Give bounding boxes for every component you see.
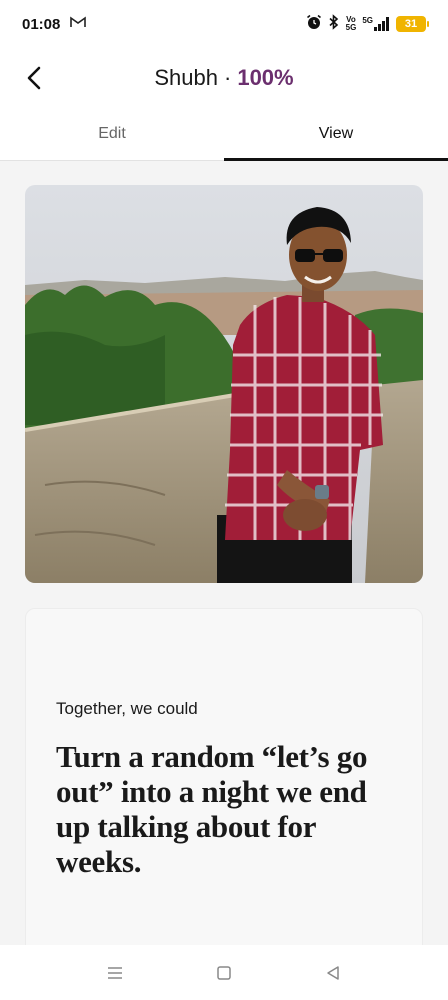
prompt-card[interactable]: Together, we could Turn a random “let’s … <box>25 608 423 968</box>
bluetooth-icon <box>328 13 340 35</box>
menu-icon <box>107 966 122 979</box>
profile-name: Shubh <box>154 65 218 90</box>
volte-indicator: Vo 5G <box>345 15 357 32</box>
signal-icon: 5G <box>362 17 390 31</box>
profile-photo-image <box>25 185 423 583</box>
profile-header: Shubh · 100% <box>0 48 448 108</box>
battery-level: 31 <box>404 18 418 30</box>
alarm-icon <box>306 14 322 35</box>
title-separator: · <box>224 65 232 90</box>
home-button[interactable] <box>204 953 244 993</box>
edit-view-tabs: Edit View <box>0 108 448 161</box>
profile-photo[interactable] <box>25 185 423 583</box>
system-back-button[interactable] <box>313 953 353 993</box>
square-home-icon <box>217 965 231 980</box>
triangle-back-icon <box>327 965 340 980</box>
recents-button[interactable] <box>95 953 135 993</box>
network-type: 5G <box>362 16 373 25</box>
status-left: 01:08 <box>22 15 87 33</box>
back-button[interactable] <box>18 62 50 94</box>
status-time: 01:08 <box>22 15 61 33</box>
profile-completion: 100% <box>237 65 294 90</box>
chevron-left-icon <box>27 66 41 90</box>
prompt-answer: Turn a random “let’s go out” into a nigh… <box>56 739 368 879</box>
status-right: Vo 5G 5G 31 <box>306 13 429 35</box>
prompt-question: Together, we could <box>56 699 198 718</box>
tab-view[interactable]: View <box>224 108 448 161</box>
status-bar: 01:08 Vo 5G 5G 31 <box>0 0 448 48</box>
gmail-icon <box>70 15 87 33</box>
system-nav-bar <box>0 945 448 1000</box>
battery-icon: 31 <box>396 16 429 32</box>
header-title-group: Shubh · 100% <box>154 65 293 91</box>
tab-edit[interactable]: Edit <box>0 108 224 160</box>
